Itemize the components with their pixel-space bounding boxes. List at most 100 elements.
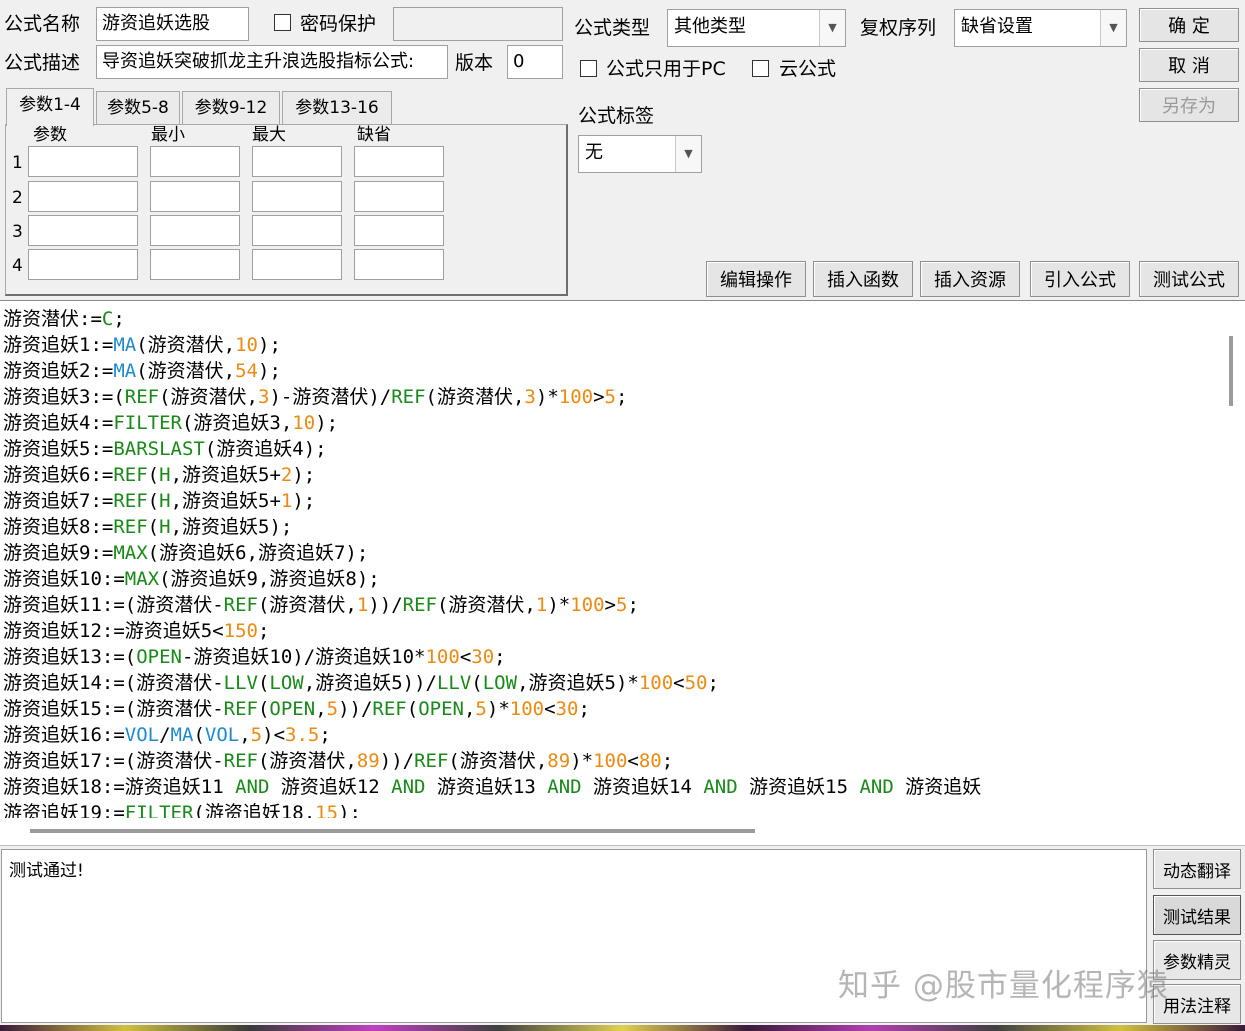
code-token: 游资追妖13:=( [3, 646, 137, 668]
rights-series-select[interactable]: 缺省设置 ▼ [954, 9, 1127, 47]
formula-type-value: 其他类型 [674, 16, 746, 37]
tab-params-1-4[interactable]: 参数1-4 [6, 88, 94, 126]
param-name-input[interactable] [28, 215, 138, 246]
code-line[interactable]: 游资追妖17:=(游资潜伏-REF(游资潜伏,89))/REF(游资潜伏,89)… [3, 748, 1218, 774]
code-token: 1 [356, 594, 369, 616]
code-line[interactable]: 游资追妖9:=MAX(游资追妖6,游资追妖7); [3, 540, 1218, 566]
code-line[interactable]: 游资追妖12:=游资追妖5<150; [3, 618, 1218, 644]
code-token: LOW [482, 672, 518, 694]
code-line[interactable]: 游资追妖4:=FILTER(游资追妖3,10); [3, 410, 1218, 436]
param-default-input[interactable] [354, 249, 444, 280]
code-token: 游资追妖1:= [3, 334, 114, 356]
save-as-button[interactable]: 另存为 [1139, 88, 1239, 122]
code-token: 54 [235, 360, 258, 382]
param-default-input[interactable] [354, 181, 444, 212]
chevron-down-icon[interactable]: ▼ [819, 10, 845, 46]
code-line[interactable]: 游资追妖3:=(REF(游资潜伏,3)-游资潜伏)/REF(游资潜伏,3)*10… [3, 384, 1218, 410]
rights-series-label: 复权序列 [860, 17, 937, 39]
code-line[interactable]: 游资追妖7:=REF(H,游资追妖5+1); [3, 488, 1218, 514]
code-token: < [544, 698, 556, 720]
insert-resource-button[interactable]: 插入资源 [920, 261, 1020, 297]
output-message: 测试通过! [9, 861, 84, 881]
tab-params-5-8[interactable]: 参数5-8 [96, 91, 180, 125]
code-editor[interactable]: 游资潜伏:=C; 游资追妖1:=MA(游资潜伏,10); 游资追妖2:=MA(游资潜… [0, 300, 1245, 846]
param-min-input[interactable] [150, 146, 240, 177]
code-line[interactable]: 游资追妖15:=(游资潜伏-REF(OPEN,5))/REF(OPEN,5)*1… [3, 696, 1218, 722]
formula-tag-select[interactable]: 无 ▼ [578, 135, 702, 173]
cloud-formula-label: 云公式 [779, 58, 837, 80]
code-token: < [459, 646, 472, 668]
formula-name-input[interactable]: 游资追妖选股 [96, 7, 249, 41]
param-name-input[interactable] [28, 146, 138, 177]
code-token: 游资追妖6:= [3, 464, 114, 486]
code-token: > [593, 386, 605, 408]
code-line[interactable]: 游资追妖10:=MAX(游资追妖9,游资追妖8); [3, 566, 1218, 592]
cancel-button[interactable]: 取 消 [1139, 48, 1239, 82]
param-name-input[interactable] [28, 181, 138, 212]
code-token: ; [113, 308, 125, 330]
code-line[interactable]: 游资追妖8:=REF(H,游资追妖5); [3, 514, 1218, 540]
vertical-scrollbar[interactable] [1229, 336, 1233, 406]
param-max-input[interactable] [252, 146, 342, 177]
code-token: REF [372, 698, 407, 720]
code-line[interactable]: 游资追妖19:=FILTER(游资追妖18,15); [3, 800, 1218, 818]
code-token: (游资潜伏, [448, 750, 548, 772]
formula-desc-input[interactable]: 导资追妖突破抓龙主升浪选股指标公式: [96, 45, 448, 79]
code-line[interactable]: 游资追妖16:=VOL/MA(VOL,5)<3.5; [3, 722, 1218, 748]
param-max-input[interactable] [252, 249, 342, 280]
param-name-input[interactable] [28, 249, 138, 280]
row-number: 2 [12, 188, 23, 208]
code-line[interactable]: 游资追妖18:=游资追妖11 AND 游资追妖12 AND 游资追妖13 AND… [3, 774, 1218, 800]
horizontal-scrollbar[interactable] [30, 829, 755, 833]
param-default-input[interactable] [354, 215, 444, 246]
insert-function-button[interactable]: 插入函数 [813, 261, 913, 297]
param-max-input[interactable] [252, 215, 342, 246]
test-result-button[interactable]: 测试结果 [1153, 895, 1241, 935]
password-protect-checkbox[interactable] [274, 14, 291, 31]
code-token: H [159, 516, 171, 538]
version-input[interactable]: 0 [507, 45, 563, 79]
ok-button[interactable]: 确 定 [1139, 8, 1239, 42]
code-line[interactable]: 游资追妖6:=REF(H,游资追妖5+2); [3, 462, 1218, 488]
rights-series-value: 缺省设置 [961, 16, 1033, 37]
code-token: )* [486, 698, 510, 720]
code-line[interactable]: 游资潜伏:=C; [3, 306, 1218, 332]
col-default: 缺省 [357, 125, 391, 145]
pc-only-checkbox[interactable] [580, 60, 597, 77]
dynamic-translate-button[interactable]: 动态翻译 [1153, 849, 1241, 889]
code-token: 游资追妖12 [269, 776, 392, 798]
code-token: ; [578, 698, 590, 720]
code-line[interactable]: 游资追妖5:=BARSLAST(游资追妖4); [3, 436, 1218, 462]
code-token: REF [223, 594, 258, 616]
chevron-down-icon[interactable]: ▼ [1100, 10, 1126, 46]
code-text[interactable]: 游资潜伏:=C; 游资追妖1:=MA(游资潜伏,10); 游资追妖2:=MA(游资潜… [3, 306, 1218, 818]
param-max-input[interactable] [252, 181, 342, 212]
code-token: )* [547, 594, 571, 616]
code-line[interactable]: 游资追妖1:=MA(游资潜伏,10); [3, 332, 1218, 358]
formula-tag-value: 无 [585, 142, 603, 163]
code-token: 5 [615, 594, 628, 616]
param-min-input[interactable] [150, 215, 240, 246]
param-min-input[interactable] [150, 249, 240, 280]
cloud-formula-checkbox[interactable] [752, 60, 769, 77]
formula-type-select[interactable]: 其他类型 ▼ [667, 9, 846, 47]
import-formula-button[interactable]: 引入公式 [1030, 261, 1130, 297]
code-token: ( [257, 672, 270, 694]
code-token: 游资追妖7:= [3, 490, 114, 512]
params-panel: 参数 最小 最大 缺省 1 2 3 4 [5, 124, 568, 296]
tab-params-13-16[interactable]: 参数13-16 [282, 91, 392, 125]
code-line[interactable]: 游资追妖2:=MA(游资潜伏,54); [3, 358, 1218, 384]
code-token: (游资潜伏, [436, 594, 536, 616]
edit-ops-button[interactable]: 编辑操作 [706, 261, 806, 297]
param-default-input[interactable] [354, 146, 444, 177]
chevron-down-icon[interactable]: ▼ [675, 136, 701, 172]
test-formula-button[interactable]: 测试公式 [1139, 261, 1239, 297]
code-line[interactable]: 游资追妖11:=(游资潜伏-REF(游资潜伏,1))/REF(游资潜伏,1)*1… [3, 592, 1218, 618]
code-line[interactable]: 游资追妖13:=(OPEN-游资追妖10)/游资追妖10*100<30; [3, 644, 1218, 670]
code-token: 100 [509, 698, 545, 720]
param-min-input[interactable] [150, 181, 240, 212]
code-token: 游资追妖14:=(游资潜伏- [3, 672, 224, 694]
tab-params-9-12[interactable]: 参数9-12 [182, 91, 280, 125]
code-token: AND [235, 776, 270, 798]
code-line[interactable]: 游资追妖14:=(游资潜伏-LLV(LOW,游资追妖5))/LLV(LOW,游资… [3, 670, 1218, 696]
